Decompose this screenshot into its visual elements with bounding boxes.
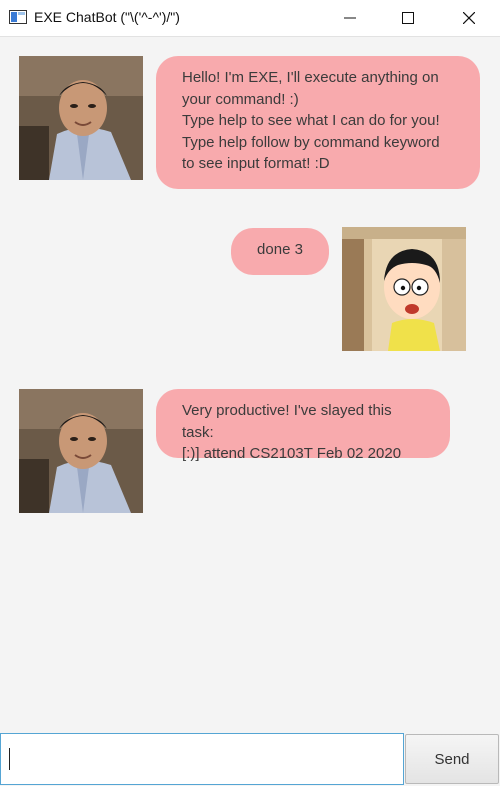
maximize-button[interactable] — [385, 0, 431, 36]
bot-avatar-image — [19, 56, 143, 180]
bot-message-bubble: Very productive! I've slayed this task: … — [156, 389, 450, 462]
message-input[interactable] — [0, 733, 404, 785]
bot-avatar — [19, 389, 143, 513]
bot-avatar — [19, 56, 143, 180]
title-bar[interactable]: EXE ChatBot ("\('^-^')/") — [0, 0, 500, 37]
user-avatar-image — [342, 227, 466, 351]
chat-scroll-pane[interactable]: Hello! I'm EXE, I'll execute anything on… — [0, 37, 500, 733]
window-title: EXE ChatBot ("\('^-^')/") — [34, 9, 180, 25]
minimize-icon — [344, 17, 356, 19]
minimize-button[interactable] — [327, 0, 373, 36]
user-avatar — [342, 227, 466, 351]
close-icon — [463, 12, 475, 24]
text-caret — [9, 748, 10, 770]
bot-message-bubble: Hello! I'm EXE, I'll execute anything on… — [156, 56, 480, 189]
input-bar: Send — [0, 733, 500, 786]
app-icon — [9, 10, 27, 24]
bot-avatar-image — [19, 389, 143, 513]
close-button[interactable] — [446, 0, 492, 36]
user-message-bubble: done 3 — [231, 228, 329, 275]
send-button[interactable]: Send — [405, 734, 499, 784]
maximize-icon — [402, 12, 414, 24]
